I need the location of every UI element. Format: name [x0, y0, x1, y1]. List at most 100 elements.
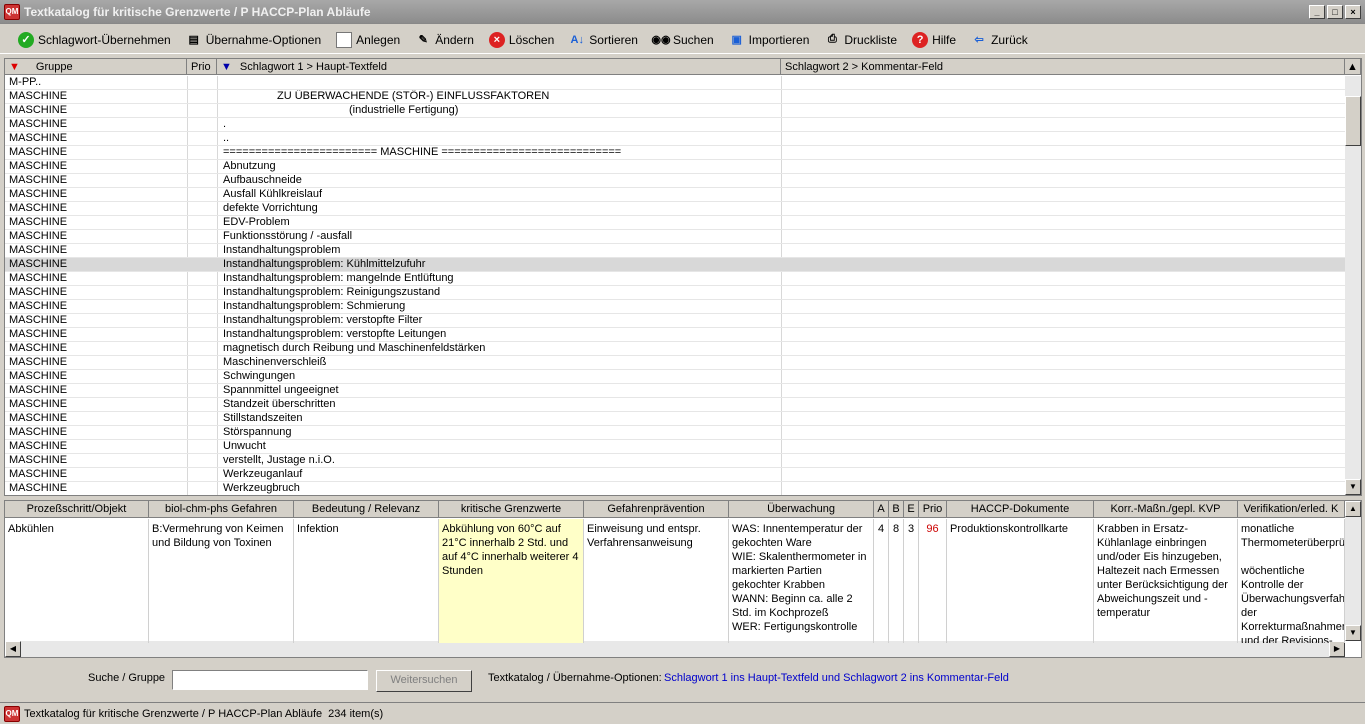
detail-column-header[interactable]: kritische Grenzwerte: [439, 501, 584, 518]
table-row[interactable]: MASCHINE Schwingungen: [5, 370, 1345, 384]
detail-column-header[interactable]: A: [874, 501, 889, 518]
table-row[interactable]: MASCHINE Instandhaltungsproblem: Kühlmitt…: [5, 258, 1345, 272]
detail-column-header[interactable]: Korr.-Maßn./gepl. KVP: [1094, 501, 1238, 518]
detail-column-header[interactable]: Prio: [919, 501, 947, 518]
table-row[interactable]: MASCHINE Störspannung: [5, 426, 1345, 440]
table-row[interactable]: MASCHINE (industrielle Fertigung): [5, 104, 1345, 118]
table-row[interactable]: MASCHINE..: [5, 132, 1345, 146]
detail-column-header[interactable]: biol-chm-phs Gefahren: [149, 501, 294, 518]
table-row[interactable]: MASCHINE Instandhaltungsproblem: Schmieru…: [5, 300, 1345, 314]
cell-schlagwort1: [223, 76, 773, 90]
table-row[interactable]: MASCHINE Standzeit überschritten: [5, 398, 1345, 412]
close-button[interactable]: ×: [1345, 4, 1361, 19]
app-icon[interactable]: QM: [4, 3, 20, 20]
search-input[interactable]: [172, 670, 368, 690]
column-header-gruppe[interactable]: ▼ Gruppe: [5, 59, 187, 75]
cell-gruppe: MASCHINE: [9, 314, 68, 326]
cell-gruppe: MASCHINE: [9, 426, 68, 438]
detail-scroll-up-button[interactable]: ▲: [1345, 501, 1361, 517]
detail-column-header[interactable]: Verifikation/erled. K: [1238, 501, 1345, 518]
status-bar: QM Textkatalog für kritische Grenzwerte …: [0, 702, 1365, 724]
suchen-button[interactable]: ◉◉ Suchen: [651, 32, 713, 48]
catalog-grid[interactable]: ▼ Gruppe Prio ▼ Schlagwort 1 > Haupt-Textf…: [4, 58, 1362, 496]
cell-gruppe: MASCHINE: [9, 174, 68, 186]
detail-scroll-down-button[interactable]: ▼: [1345, 625, 1361, 641]
hilfe-button[interactable]: ? Hilfe: [912, 31, 956, 48]
schlagwort-uebernehmen-button[interactable]: ✓ Schlagwort-Übernehmen: [18, 31, 171, 48]
table-row[interactable]: MASCHINE Ausfall Kühlkreislauf: [5, 188, 1345, 202]
scroll-up-button[interactable]: ▲: [1345, 59, 1361, 75]
detail-column-header[interactable]: HACCP-Dokumente: [947, 501, 1094, 518]
table-row[interactable]: MASCHINE Unwucht: [5, 440, 1345, 454]
detail-column-header[interactable]: Prozeßschritt/Objekt: [5, 501, 149, 518]
weitersuchen-button[interactable]: Weitersuchen: [376, 670, 472, 692]
import-icon: ▣: [731, 34, 742, 46]
table-row[interactable]: MASCHINE Werkzeuganlauf: [5, 468, 1345, 482]
table-row[interactable]: MASCHINE Instandhaltungsproblem: verstopf…: [5, 328, 1345, 342]
loeschen-button[interactable]: × Löschen: [488, 31, 554, 48]
maximize-button[interactable]: □: [1327, 4, 1343, 19]
detail-cell: WAS: Innentemperatur der gekochten Ware …: [729, 519, 874, 643]
detail-vertical-scrollbar[interactable]: ▲ ▼: [1345, 501, 1361, 641]
haccp-grid[interactable]: ▲ ▼ ◀ ▶ Prozeßschritt/Objekt Abkühlen biol…: [4, 500, 1362, 658]
uebernahme-optionen-button[interactable]: ▤ Übernahme-Optionen: [186, 32, 322, 48]
table-row[interactable]: MASCHINE Instandhaltungsproblem: [5, 244, 1345, 258]
zurueck-button[interactable]: ⇦ Zurück: [971, 32, 1027, 48]
cell-schlagwort1: EDV-Problem: [223, 216, 290, 228]
table-row[interactable]: MASCHINE Instandhaltungsproblem: mangelnd…: [5, 272, 1345, 286]
anlegen-button[interactable]: Anlegen: [336, 31, 400, 48]
table-row[interactable]: MASCHINE.: [5, 118, 1345, 132]
detail-cell: Einweisung und entspr. Verfahrensanweisu…: [584, 519, 729, 643]
importieren-button[interactable]: ▣ Importieren: [729, 32, 809, 48]
table-row[interactable]: MASCHINE Maschinenverschleiß: [5, 356, 1345, 370]
cell-schlagwort1: Instandhaltungsproblem: Kühlmittelzufuhr: [223, 258, 426, 270]
column-header-prio[interactable]: Prio: [187, 59, 217, 75]
sort-desc-icon: ▼: [9, 60, 20, 73]
table-row[interactable]: MASCHINE EDV-Problem: [5, 216, 1345, 230]
options-value: Schlagwort 1 ins Haupt-Textfeld und Schl…: [664, 672, 1009, 684]
table-row[interactable]: MASCHINE Funktionsstörung / -ausfall: [5, 230, 1345, 244]
cell-gruppe: MASCHINE: [9, 398, 68, 410]
table-row[interactable]: MASCHINE verstellt, Justage n.i.O.: [5, 454, 1345, 468]
cell-gruppe: MASCHINE: [9, 90, 68, 102]
table-row[interactable]: MASCHINE Aufbauschneide: [5, 174, 1345, 188]
table-row[interactable]: MASCHINE magnetisch durch Reibung und Mas…: [5, 342, 1345, 356]
edit-icon: ✎: [418, 34, 428, 46]
cell-gruppe: MASCHINE: [9, 342, 68, 354]
table-row[interactable]: MASCHINE Spannmittel ungeeignet: [5, 384, 1345, 398]
catalog-rows: M-PP.. MASCHINE ZU ÜBERWACHENDE (STÖR-) EI…: [5, 76, 1345, 495]
table-row[interactable]: MASCHINE ======================== MASCHIN…: [5, 146, 1345, 160]
column-header-schlagwort1[interactable]: ▼ Schlagwort 1 > Haupt-Textfeld: [217, 59, 781, 75]
table-row[interactable]: MASCHINE Abnutzung: [5, 160, 1345, 174]
column-header-schlagwort2[interactable]: Schlagwort 2 > Kommentar-Feld: [781, 59, 1345, 75]
back-arrow-icon: ⇦: [974, 34, 984, 46]
vertical-scrollbar[interactable]: [1345, 76, 1361, 479]
table-row[interactable]: M-PP..: [5, 76, 1345, 90]
scroll-right-button[interactable]: ▶: [1329, 641, 1345, 657]
table-row[interactable]: MASCHINE ZU ÜBERWACHENDE (STÖR-) EINFLUSS…: [5, 90, 1345, 104]
aendern-button[interactable]: ✎ Ändern: [415, 32, 474, 48]
cell-schlagwort1: Störspannung: [223, 426, 292, 438]
detail-column-header[interactable]: E: [904, 501, 919, 518]
scroll-left-button[interactable]: ◀: [5, 641, 21, 657]
detail-column-header[interactable]: Überwachung: [729, 501, 874, 518]
horizontal-scrollbar[interactable]: ◀ ▶: [5, 641, 1345, 657]
table-row[interactable]: MASCHINE Werkzeugbruch: [5, 482, 1345, 495]
detail-column-header[interactable]: Bedeutung / Relevanz: [294, 501, 439, 518]
scroll-thumb[interactable]: [1345, 96, 1361, 146]
detail-column-header[interactable]: Gefahrenprävention: [584, 501, 729, 518]
table-row[interactable]: MASCHINE Instandhaltungsproblem: verstopf…: [5, 314, 1345, 328]
detail-cell: 96: [919, 519, 947, 643]
search-bar: Suche / Gruppe Weitersuchen Textkatalog …: [0, 664, 1365, 696]
table-row[interactable]: MASCHINE Stillstandszeiten: [5, 412, 1345, 426]
scroll-down-button[interactable]: ▼: [1345, 479, 1361, 495]
druckliste-button[interactable]: ⎙ Druckliste: [824, 32, 897, 48]
table-row[interactable]: MASCHINE Instandhaltungsproblem: Reinigun…: [5, 286, 1345, 300]
cell-gruppe: MASCHINE: [9, 202, 68, 214]
sortieren-button[interactable]: A↓ Sortieren: [569, 32, 638, 48]
cell-schlagwort1: Spannmittel ungeeignet: [223, 384, 339, 396]
detail-column-header[interactable]: B: [889, 501, 904, 518]
table-row[interactable]: MASCHINE defekte Vorrichtung: [5, 202, 1345, 216]
cell-gruppe: MASCHINE: [9, 118, 68, 130]
minimize-button[interactable]: _: [1309, 4, 1325, 19]
